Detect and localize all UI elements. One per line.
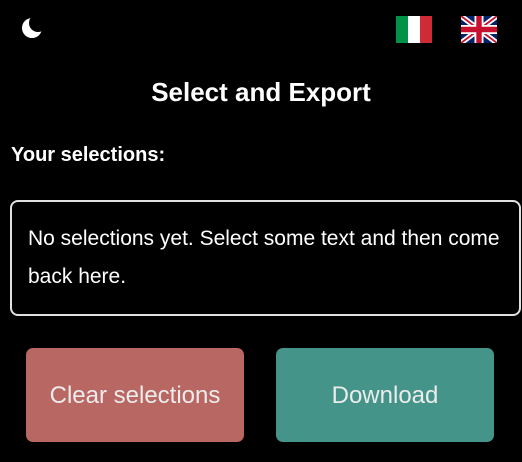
selections-list: No selections yet. Select some text and … <box>10 200 521 316</box>
moon-icon <box>22 14 46 38</box>
top-bar <box>0 0 522 56</box>
italian-flag-icon <box>396 16 432 43</box>
download-button[interactable]: Download <box>276 348 494 442</box>
selections-heading: Your selections: <box>11 144 166 166</box>
language-italian-button[interactable] <box>396 16 432 43</box>
empty-selections-message: No selections yet. Select some text and … <box>28 227 500 288</box>
page-title: Select and Export <box>151 77 371 107</box>
uk-flag-icon <box>461 16 497 43</box>
language-english-button[interactable] <box>461 16 497 43</box>
theme-toggle-button[interactable] <box>18 14 46 42</box>
clear-selections-button[interactable]: Clear selections <box>26 348 244 442</box>
